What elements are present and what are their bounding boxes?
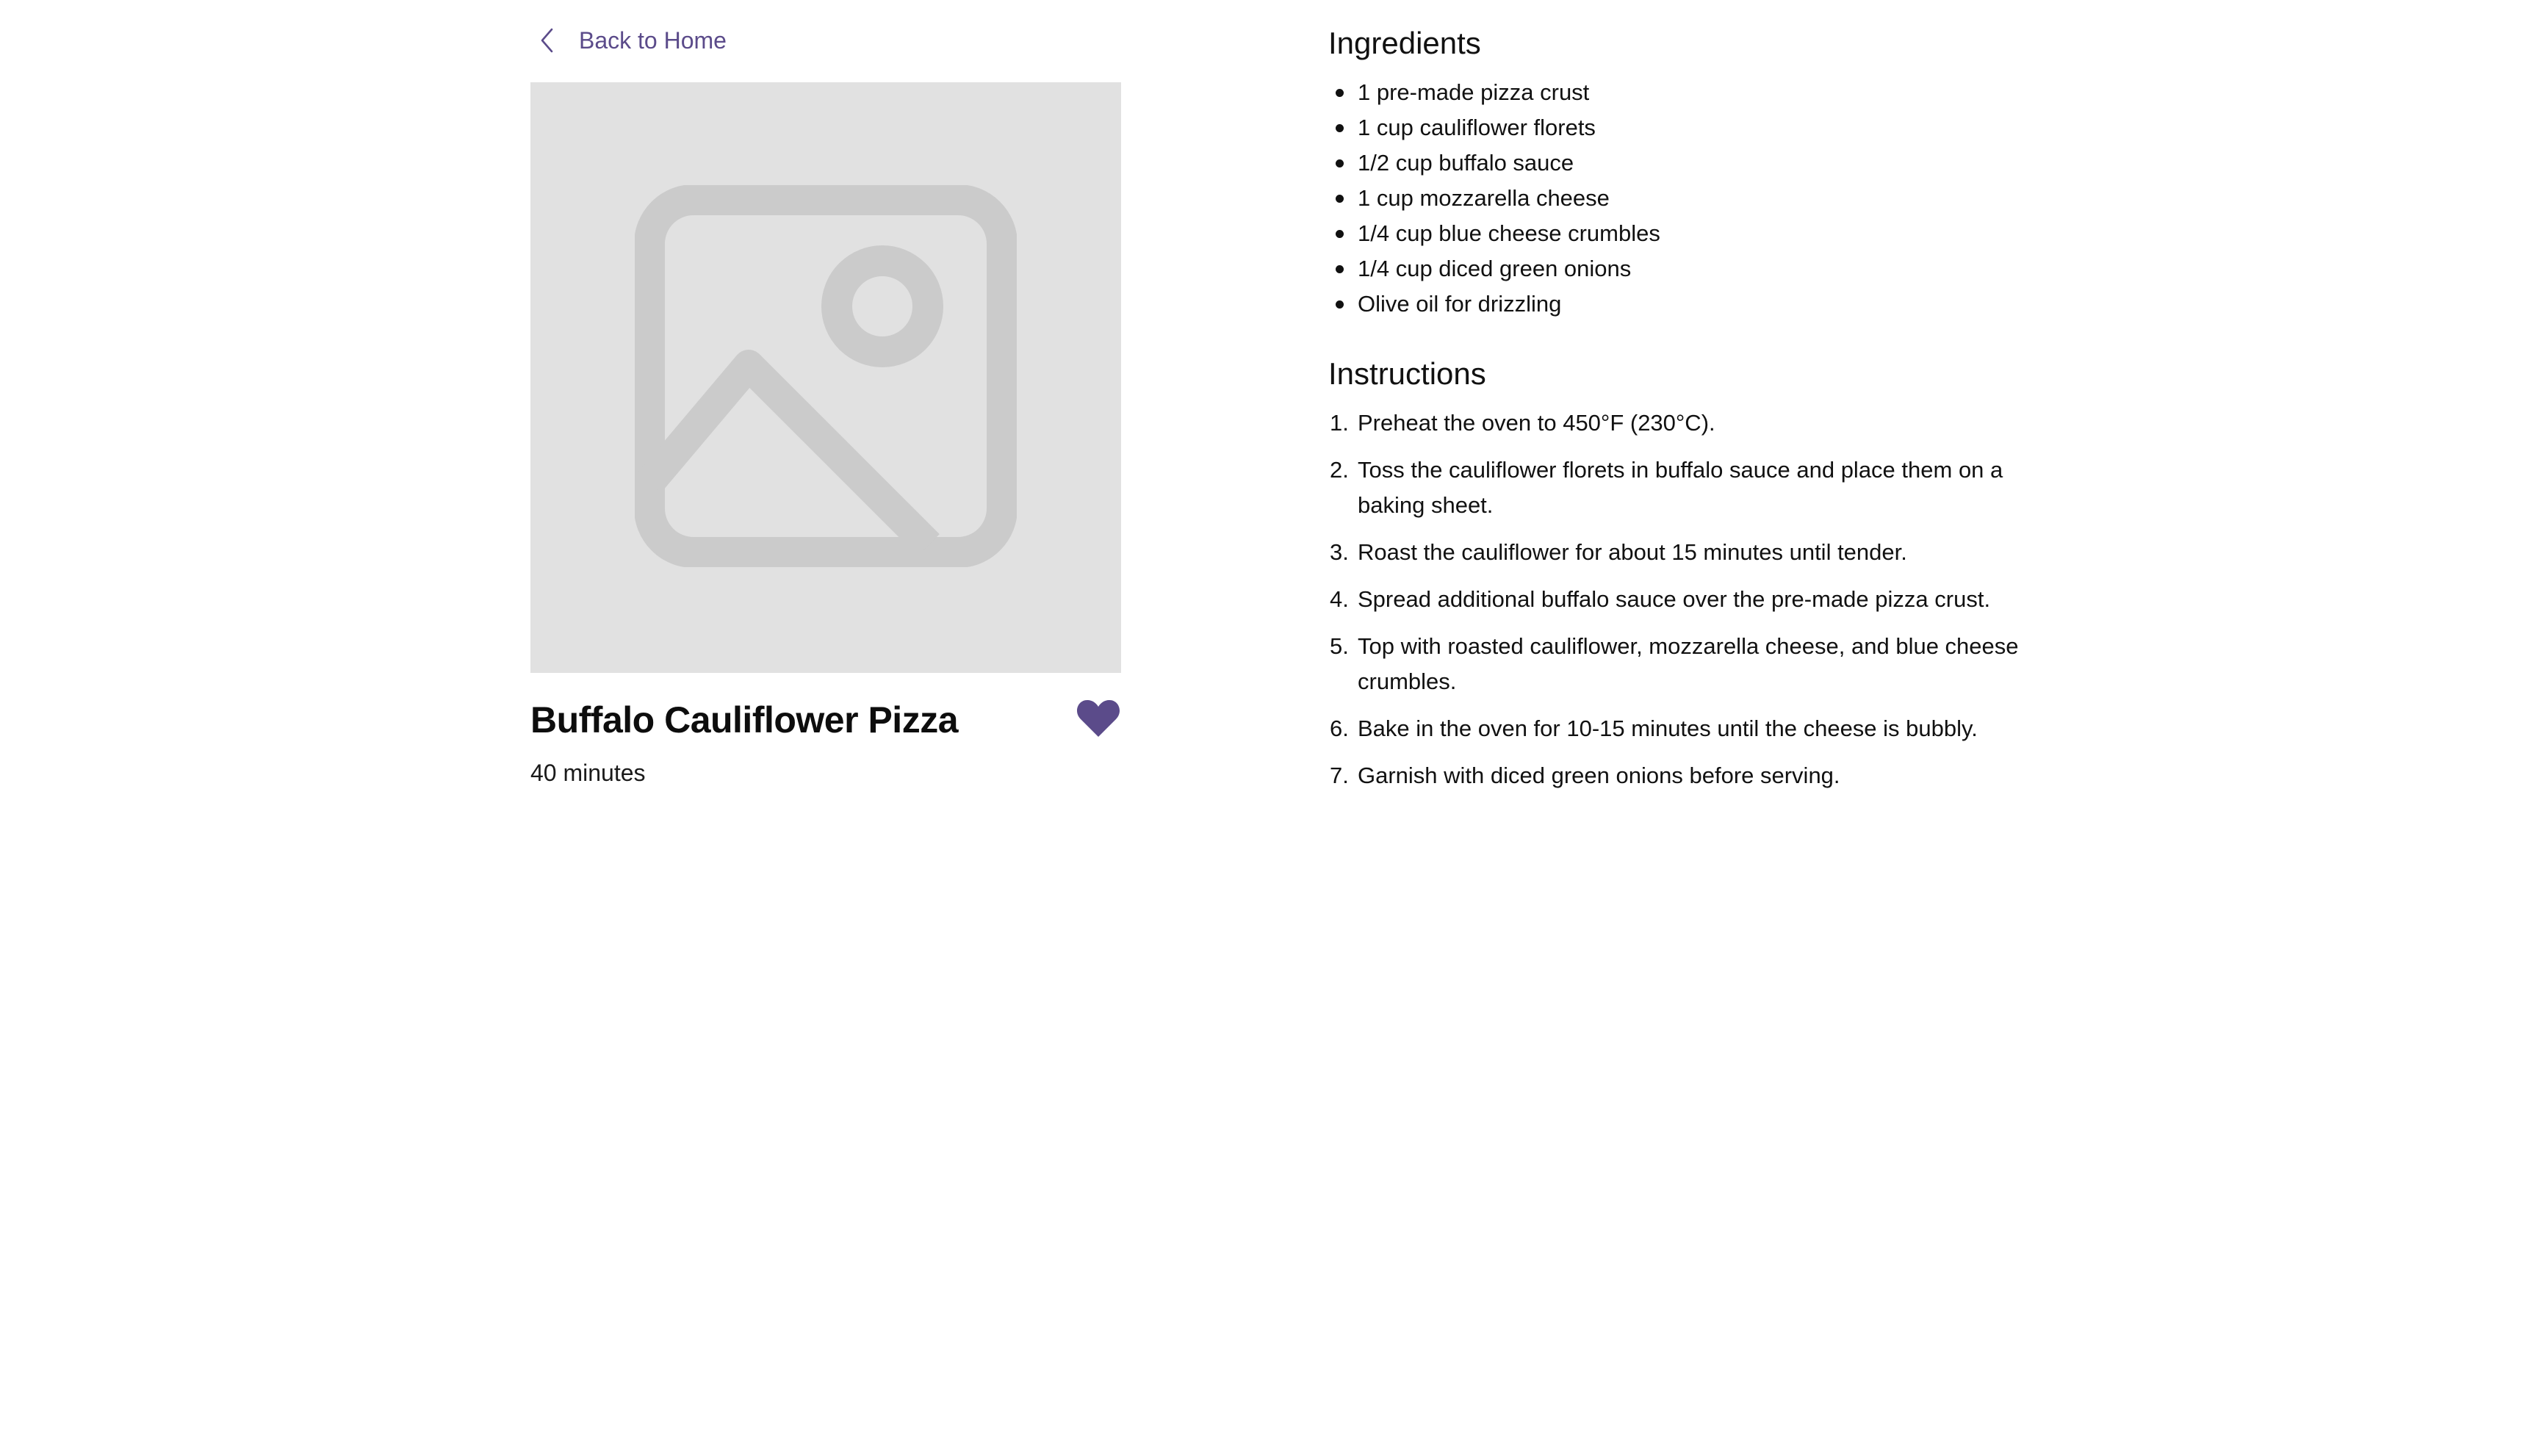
ingredients-list: 1 pre-made pizza crust 1 cup cauliflower…: [1328, 75, 2034, 322]
step-number: 2.: [1330, 457, 1349, 483]
step-number: 3.: [1330, 539, 1349, 565]
step-text: Spread additional buffalo sauce over the…: [1358, 586, 1991, 612]
step-text: Bake in the oven for 10-15 minutes until…: [1358, 716, 1978, 741]
chevron-left-icon: [536, 26, 558, 55]
instruction-step: 4. Spread additional buffalo sauce over t…: [1328, 582, 2041, 617]
instruction-step: 6. Bake in the oven for 10-15 minutes unt…: [1328, 711, 2041, 746]
step-text: Preheat the oven to 450°F (230°C).: [1358, 410, 1715, 436]
instruction-step: 7. Garnish with diced green onions before…: [1328, 758, 2041, 793]
instruction-step: 1. Preheat the oven to 450°F (230°C).: [1328, 406, 2041, 441]
bullet-icon: [1336, 89, 1344, 97]
recipe-details-column: Ingredients 1 pre-made pizza crust 1 cup…: [1328, 22, 2034, 805]
bullet-icon: [1336, 265, 1344, 273]
recipe-duration: 40 minutes: [530, 760, 646, 786]
ingredient-item: Olive oil for drizzling: [1328, 286, 2034, 322]
bullet-icon: [1336, 230, 1344, 238]
step-text: Top with roasted cauliflower, mozzarella…: [1358, 633, 2019, 694]
step-number: 7.: [1330, 763, 1349, 788]
instruction-step: 2. Toss the cauliflower florets in buffal…: [1328, 453, 2041, 523]
instruction-step: 3. Roast the cauliflower for about 15 min…: [1328, 535, 2041, 570]
ingredient-item: 1/4 cup diced green onions: [1328, 251, 2034, 286]
ingredient-item: 1 pre-made pizza crust: [1328, 75, 2034, 110]
step-number: 1.: [1330, 410, 1349, 436]
bullet-icon: [1336, 195, 1344, 203]
recipe-summary-column: Back to Home Buffalo Cauliflower Pizza 4…: [530, 21, 1121, 787]
ingredient-item: 1 cup mozzarella cheese: [1328, 181, 2034, 216]
recipe-title-row: Buffalo Cauliflower Pizza: [530, 695, 1121, 745]
ingredient-item: 1/4 cup blue cheese crumbles: [1328, 216, 2034, 251]
favorite-button[interactable]: [1074, 696, 1123, 744]
bullet-icon: [1336, 159, 1344, 167]
instructions-heading: Instructions: [1328, 356, 1486, 391]
recipe-detail-page: Back to Home Buffalo Cauliflower Pizza 4…: [0, 0, 2539, 1456]
instruction-step: 5. Top with roasted cauliflower, mozzarel…: [1328, 629, 2041, 699]
recipe-title: Buffalo Cauliflower Pizza: [530, 699, 959, 740]
back-to-home-link[interactable]: Back to Home: [530, 21, 1121, 60]
bullet-icon: [1336, 300, 1344, 309]
back-link-label: Back to Home: [579, 26, 727, 54]
ingredient-item: 1 cup cauliflower florets: [1328, 110, 2034, 145]
step-text: Roast the cauliflower for about 15 minut…: [1358, 539, 1907, 565]
step-number: 4.: [1330, 586, 1349, 612]
recipe-image-placeholder: [530, 82, 1121, 673]
ingredient-item: 1/2 cup buffalo sauce: [1328, 145, 2034, 181]
step-text: Toss the cauliflower florets in buffalo …: [1358, 457, 2003, 518]
bullet-icon: [1336, 124, 1344, 132]
image-placeholder-icon: [634, 184, 1018, 571]
instructions-list: 1. Preheat the oven to 450°F (230°C). 2. T…: [1328, 406, 2034, 793]
ingredients-heading: Ingredients: [1328, 26, 1481, 60]
heart-icon: [1076, 699, 1120, 742]
step-number: 6.: [1330, 716, 1349, 741]
step-text: Garnish with diced green onions before s…: [1358, 763, 1840, 788]
step-number: 5.: [1330, 633, 1349, 659]
